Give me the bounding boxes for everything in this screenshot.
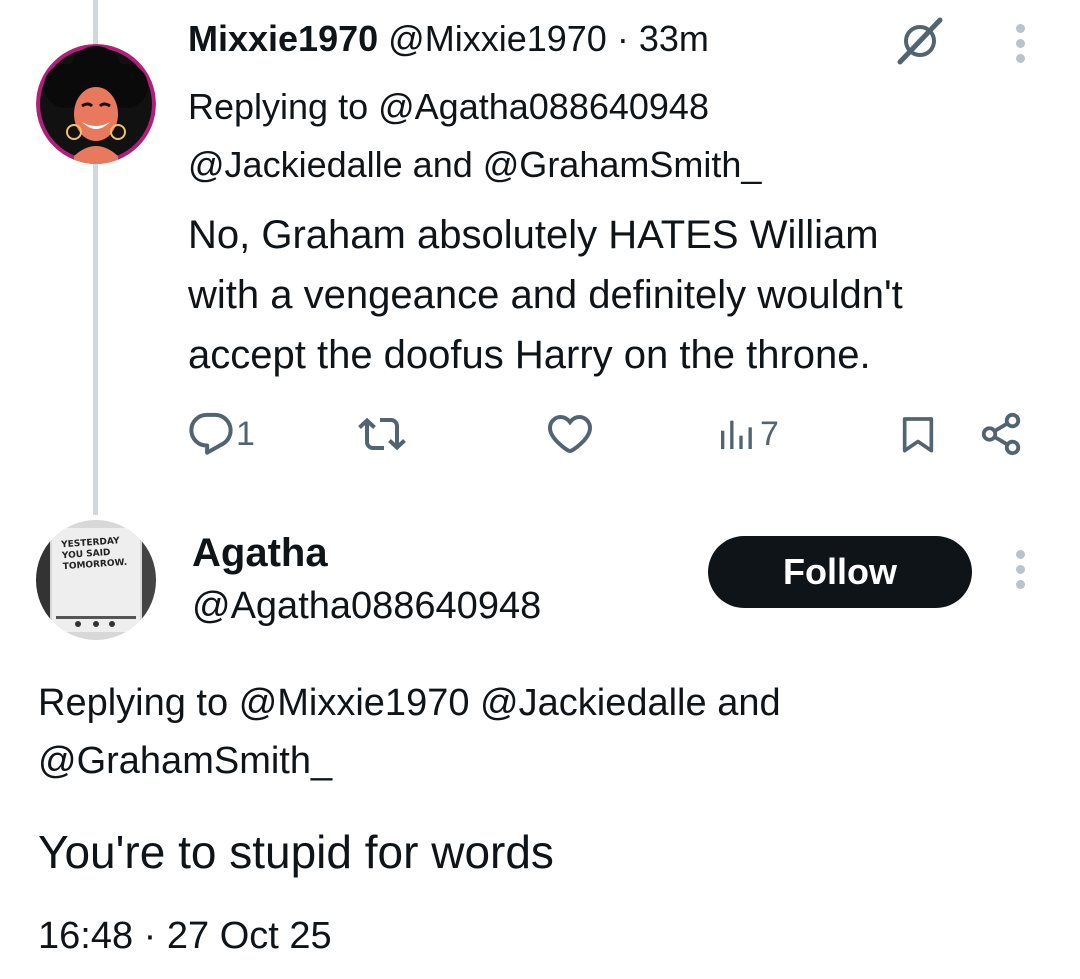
views-button[interactable]: 7	[716, 408, 779, 460]
avatar[interactable]: YESTERDAY YOU SAID TOMORROW.	[36, 520, 156, 640]
replying-mention[interactable]: @Jackiedalle	[480, 682, 707, 724]
tweet-timestamp[interactable]: 16:48 · 27 Oct 25	[38, 910, 332, 962]
replying-mention[interactable]: @Agatha088640948	[378, 86, 709, 127]
view-count: 7	[760, 414, 779, 453]
meta-separator: ·	[616, 18, 629, 59]
replying-prefix: Replying to	[38, 682, 229, 724]
reply-button[interactable]: 1	[188, 408, 255, 460]
bookmark-icon	[902, 417, 934, 453]
tweet-actions: 1 7	[186, 408, 1046, 460]
more-icon[interactable]	[1010, 24, 1030, 68]
tweet-text-line: accept the doofus Harry on the throne.	[188, 333, 871, 377]
share-icon	[981, 412, 1021, 456]
grok-icon[interactable]	[892, 16, 948, 66]
tweet-header: Mixxie1970 @Mixxie1970 · 33m	[188, 14, 709, 64]
retweet-icon	[358, 417, 406, 451]
replying-mention[interactable]: @GrahamSmith_	[483, 144, 762, 185]
replying-and: and	[717, 682, 781, 724]
reply-icon	[189, 412, 233, 455]
retweet-button[interactable]	[358, 408, 406, 460]
tweet-thread: Mixxie1970 @Mixxie1970 · 33m Replying to…	[0, 0, 1080, 979]
bookmark-button[interactable]	[898, 408, 938, 460]
replying-and: and	[412, 144, 473, 185]
tweet-text-line: with a vengeance and definitely wouldn't	[188, 273, 903, 317]
tweet-date: 27 Oct 25	[166, 915, 332, 957]
replying-prefix: Replying to	[188, 86, 369, 127]
display-name[interactable]: Agatha	[192, 526, 328, 580]
views-icon	[721, 420, 752, 449]
more-icon[interactable]	[1010, 550, 1030, 594]
avatar-text: YESTERDAY YOU SAID TOMORROW.	[61, 536, 128, 573]
tweet-time: 16:48	[38, 915, 134, 957]
avatar[interactable]	[36, 44, 156, 164]
replying-mention[interactable]: @Jackiedalle	[188, 144, 403, 185]
timestamp-separator: ·	[143, 915, 157, 957]
like-icon	[547, 414, 593, 454]
replying-mention[interactable]: @Mixxie1970	[239, 682, 470, 724]
follow-button[interactable]: Follow	[708, 536, 972, 608]
tweet-text: No, Graham absolutely HATES William with…	[188, 205, 1058, 385]
handle[interactable]: @Mixxie1970	[388, 18, 607, 59]
timestamp[interactable]: 33m	[639, 18, 709, 59]
handle[interactable]: @Agatha088640948	[192, 580, 541, 632]
reply-count: 1	[236, 414, 255, 453]
replying-to: Replying to @Mixxie1970 @Jackiedalle and…	[38, 674, 1038, 790]
mixxie-avatar-icon	[36, 44, 156, 164]
display-name[interactable]: Mixxie1970	[188, 18, 378, 59]
replying-mention[interactable]: @GrahamSmith_	[38, 740, 332, 782]
share-button[interactable]	[978, 408, 1024, 460]
tweet-text: You're to stupid for words	[38, 826, 554, 878]
like-button[interactable]	[546, 408, 594, 460]
tweet-text-line: No, Graham absolutely HATES William	[188, 213, 879, 257]
replying-to: Replying to @Agatha088640948 @Jackiedall…	[188, 78, 1048, 194]
